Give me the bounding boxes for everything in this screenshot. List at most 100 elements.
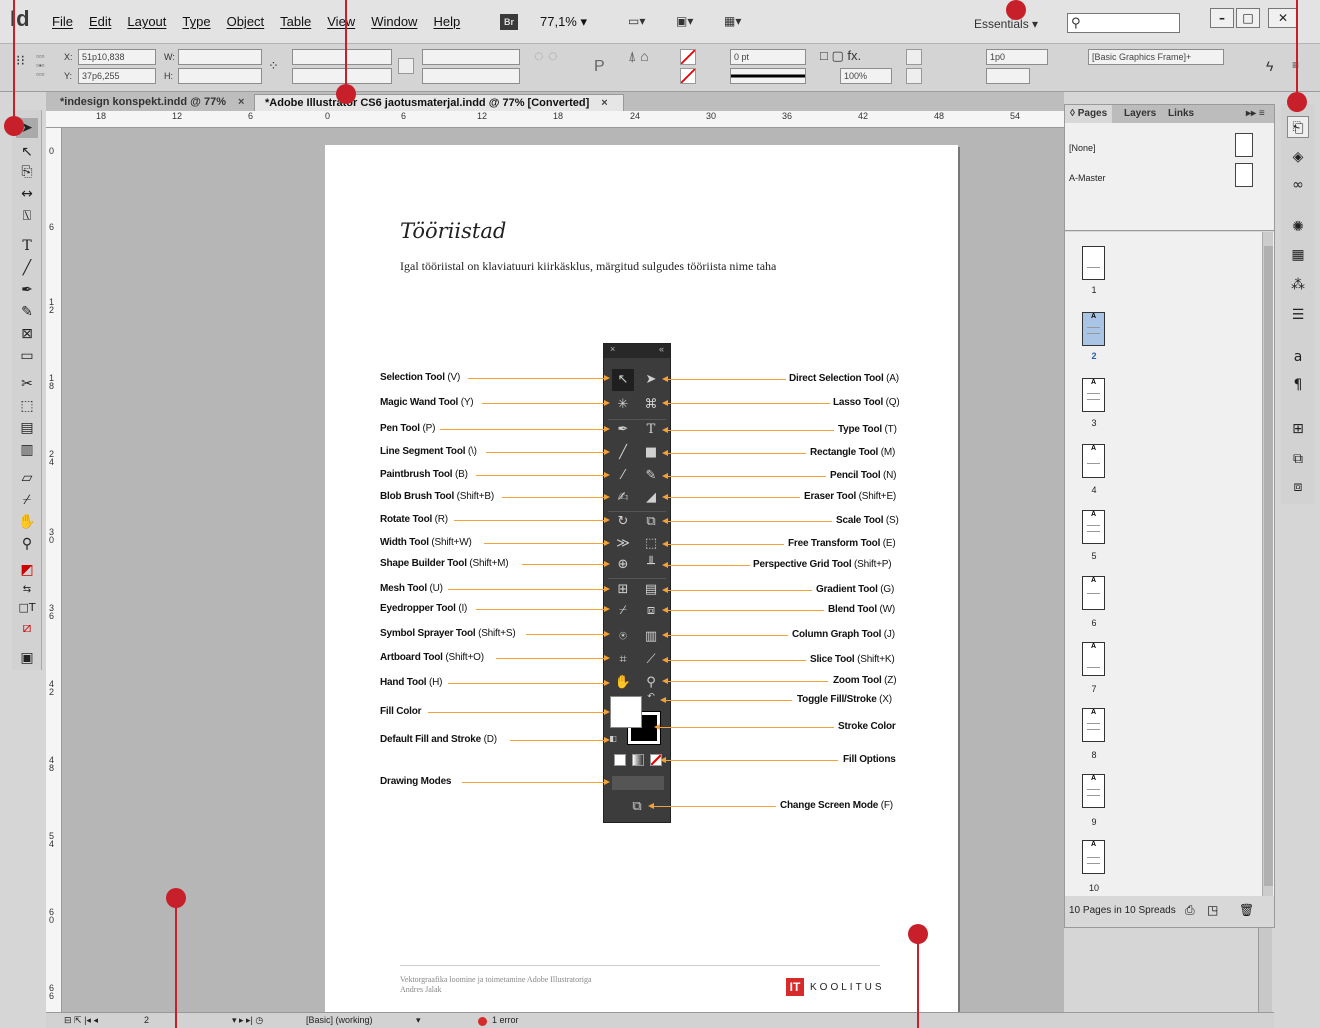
- tab-close-icon[interactable]: ×: [238, 96, 244, 108]
- pages-panel-icon[interactable]: ⎗: [1287, 116, 1309, 138]
- panel-menu-icon[interactable]: ▸▸ ≡: [1241, 105, 1270, 123]
- h-field[interactable]: [178, 68, 262, 84]
- swatches-panel-icon[interactable]: ✺: [1287, 216, 1309, 238]
- line-tool-icon[interactable]: ╱: [16, 258, 38, 278]
- tab-indesign-konspekt[interactable]: *indesign konspekt.indd @ 77% ×: [50, 94, 252, 111]
- screen-mode-tool-icon[interactable]: ▣: [16, 648, 38, 668]
- menu-edit[interactable]: Edit: [89, 14, 111, 29]
- tab-pages[interactable]: ◊ Pages: [1065, 105, 1113, 123]
- menu-window[interactable]: Window: [371, 14, 417, 29]
- menu-layout[interactable]: Layout: [127, 14, 166, 29]
- center-content-icon[interactable]: [906, 68, 922, 84]
- master-none-thumb[interactable]: [1235, 133, 1253, 157]
- eyedropper-tool-icon[interactable]: ⌿: [16, 490, 38, 510]
- menu-help[interactable]: Help: [433, 14, 460, 29]
- stroke-panel-icon[interactable]: ☰: [1287, 304, 1309, 326]
- gradient-feather-tool-icon[interactable]: ▥: [16, 440, 38, 460]
- page-thumb-10[interactable]: A: [1082, 840, 1105, 874]
- close-button[interactable]: ✕: [1268, 8, 1298, 28]
- reference-grid-icon[interactable]: ▫▫▫ ▫▪▫ ▫▫▫: [36, 52, 45, 79]
- preflight-icon[interactable]: ⊟ ⇱ |◂ ◂: [64, 1015, 98, 1026]
- layers-panel-icon[interactable]: ◈: [1287, 146, 1309, 168]
- error-count[interactable]: 1 error: [492, 1015, 519, 1025]
- preflight-profile[interactable]: [Basic] (working): [306, 1015, 373, 1025]
- workspace-switcher[interactable]: Essentials ▾: [974, 17, 1038, 31]
- fill-stroke-icon[interactable]: ◩: [16, 560, 38, 580]
- effects-panel-icon[interactable]: ⁂: [1287, 274, 1309, 296]
- master-none[interactable]: [None]: [1069, 143, 1096, 153]
- pen-tool-icon[interactable]: ✒: [16, 280, 38, 300]
- flip-icon[interactable]: P: [594, 58, 605, 76]
- page-tool-icon[interactable]: ⎘: [16, 162, 38, 182]
- menu-object[interactable]: Object: [227, 14, 265, 29]
- search-input[interactable]: ⚲: [1067, 13, 1180, 33]
- menu-table[interactable]: Table: [280, 14, 311, 29]
- type-tool-icon[interactable]: T: [16, 236, 38, 256]
- master-a-thumb[interactable]: [1235, 163, 1253, 187]
- table-panel-icon[interactable]: ⊞: [1287, 418, 1309, 440]
- menu-type[interactable]: Type: [182, 14, 210, 29]
- stroke-type-dropdown[interactable]: [730, 68, 806, 84]
- preflight-dropdown-icon[interactable]: ▾: [416, 1015, 421, 1026]
- new-page-icon[interactable]: ◳: [1207, 903, 1218, 917]
- link-scale-icon[interactable]: [398, 58, 414, 74]
- zoom-tool-icon[interactable]: ⚲: [16, 534, 38, 554]
- page-thumb-3[interactable]: A: [1082, 378, 1105, 412]
- minimize-button[interactable]: –: [1210, 8, 1234, 28]
- scissors-tool-icon[interactable]: ✂: [16, 374, 38, 394]
- note-tool-icon[interactable]: ▱: [16, 468, 38, 488]
- page-thumb-1[interactable]: [1082, 246, 1105, 280]
- constrain-proportions-icon[interactable]: ⁘: [268, 58, 279, 74]
- zoom-dropdown[interactable]: 77,1% ▾: [540, 14, 587, 30]
- scale-x-field[interactable]: [292, 49, 392, 65]
- object-style-dropdown[interactable]: [Basic Graphics Frame]+: [1088, 49, 1224, 65]
- page-thumb-5[interactable]: A: [1082, 510, 1105, 544]
- rectangle-tool-icon[interactable]: ▭: [16, 346, 38, 366]
- page-thumb-8[interactable]: A: [1082, 708, 1105, 742]
- scroll-thumb[interactable]: [1264, 246, 1273, 886]
- opacity-field[interactable]: 100%: [840, 68, 892, 84]
- tab-layers[interactable]: Layers: [1119, 105, 1161, 123]
- scale-y-field[interactable]: [292, 68, 392, 84]
- page-thumb-7[interactable]: A: [1082, 642, 1105, 676]
- maximize-button[interactable]: □: [1236, 8, 1260, 28]
- page-nav-icons[interactable]: ▾ ▸ ▸| ◷: [232, 1015, 263, 1026]
- delete-page-icon[interactable]: 🗑: [1239, 903, 1254, 917]
- y-field[interactable]: 37p6,255: [78, 68, 156, 84]
- apply-none-icon[interactable]: ⧄: [16, 618, 38, 638]
- stroke-weight-field[interactable]: 0 pt: [730, 49, 806, 65]
- tab-links[interactable]: Links: [1163, 105, 1199, 123]
- swap-fill-stroke-icon[interactable]: ⇆: [16, 580, 38, 600]
- rectangle-frame-tool-icon[interactable]: ⊠: [16, 324, 38, 344]
- pages-scrollbar[interactable]: [1262, 232, 1273, 896]
- column-dropdown[interactable]: [986, 68, 1030, 84]
- reference-point-icon[interactable]: ⁝⁝: [16, 52, 25, 69]
- stroke-swatch[interactable]: [680, 68, 696, 84]
- screen-mode-icon[interactable]: ▣▾: [676, 14, 710, 30]
- links-panel-icon[interactable]: ∞: [1287, 174, 1309, 196]
- page-thumb-6[interactable]: A: [1082, 576, 1105, 610]
- direct-selection-tool-icon[interactable]: ↖: [16, 142, 38, 162]
- paragraph-styles-icon[interactable]: ¶: [1287, 374, 1309, 396]
- color-panel-icon[interactable]: ▦: [1287, 244, 1309, 266]
- tab-close-icon[interactable]: ×: [601, 97, 607, 109]
- page-thumb-4[interactable]: A: [1082, 444, 1105, 478]
- formatting-affects-icon[interactable]: □T: [16, 598, 38, 618]
- pencil-tool-icon[interactable]: ✎: [16, 302, 38, 322]
- bridge-button[interactable]: Br: [500, 14, 518, 30]
- tab-illustrator-jaotusmaterjal[interactable]: *Adobe Illustrator CS6 jaotusmaterjal.in…: [254, 94, 624, 111]
- rotate-icon[interactable]: ◌ ◌: [534, 48, 557, 66]
- gutter-field[interactable]: 1p0: [986, 49, 1048, 65]
- fitting-icon[interactable]: [906, 49, 922, 65]
- w-field[interactable]: [178, 49, 262, 65]
- character-styles-icon[interactable]: a: [1287, 346, 1309, 368]
- x-field[interactable]: 51p10,838: [78, 49, 156, 65]
- shear-field[interactable]: [422, 68, 520, 84]
- effects-icon[interactable]: □ ▢ fx.: [820, 48, 861, 64]
- rotation-field[interactable]: [422, 49, 520, 65]
- page-number-field[interactable]: 2: [144, 1015, 149, 1025]
- select-container-icon[interactable]: ⍋ ⌂: [628, 48, 649, 65]
- fill-swatch[interactable]: [680, 49, 696, 65]
- gap-tool-icon[interactable]: ↔: [16, 184, 38, 204]
- gradient-swatch-tool-icon[interactable]: ▤: [16, 418, 38, 438]
